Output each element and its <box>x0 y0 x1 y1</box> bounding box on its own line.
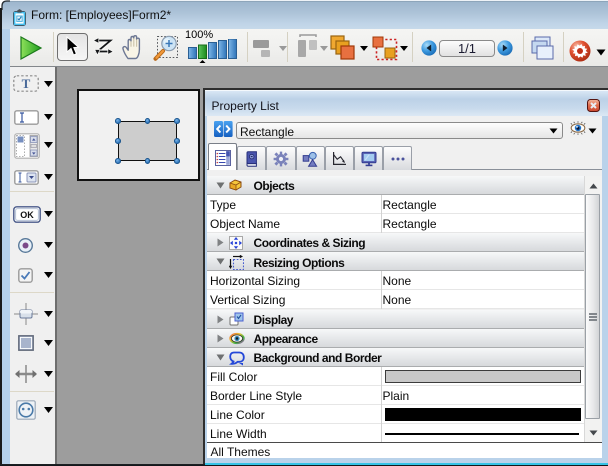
svg-text:OK: OK <box>20 210 34 220</box>
svg-text:T: T <box>22 76 31 91</box>
